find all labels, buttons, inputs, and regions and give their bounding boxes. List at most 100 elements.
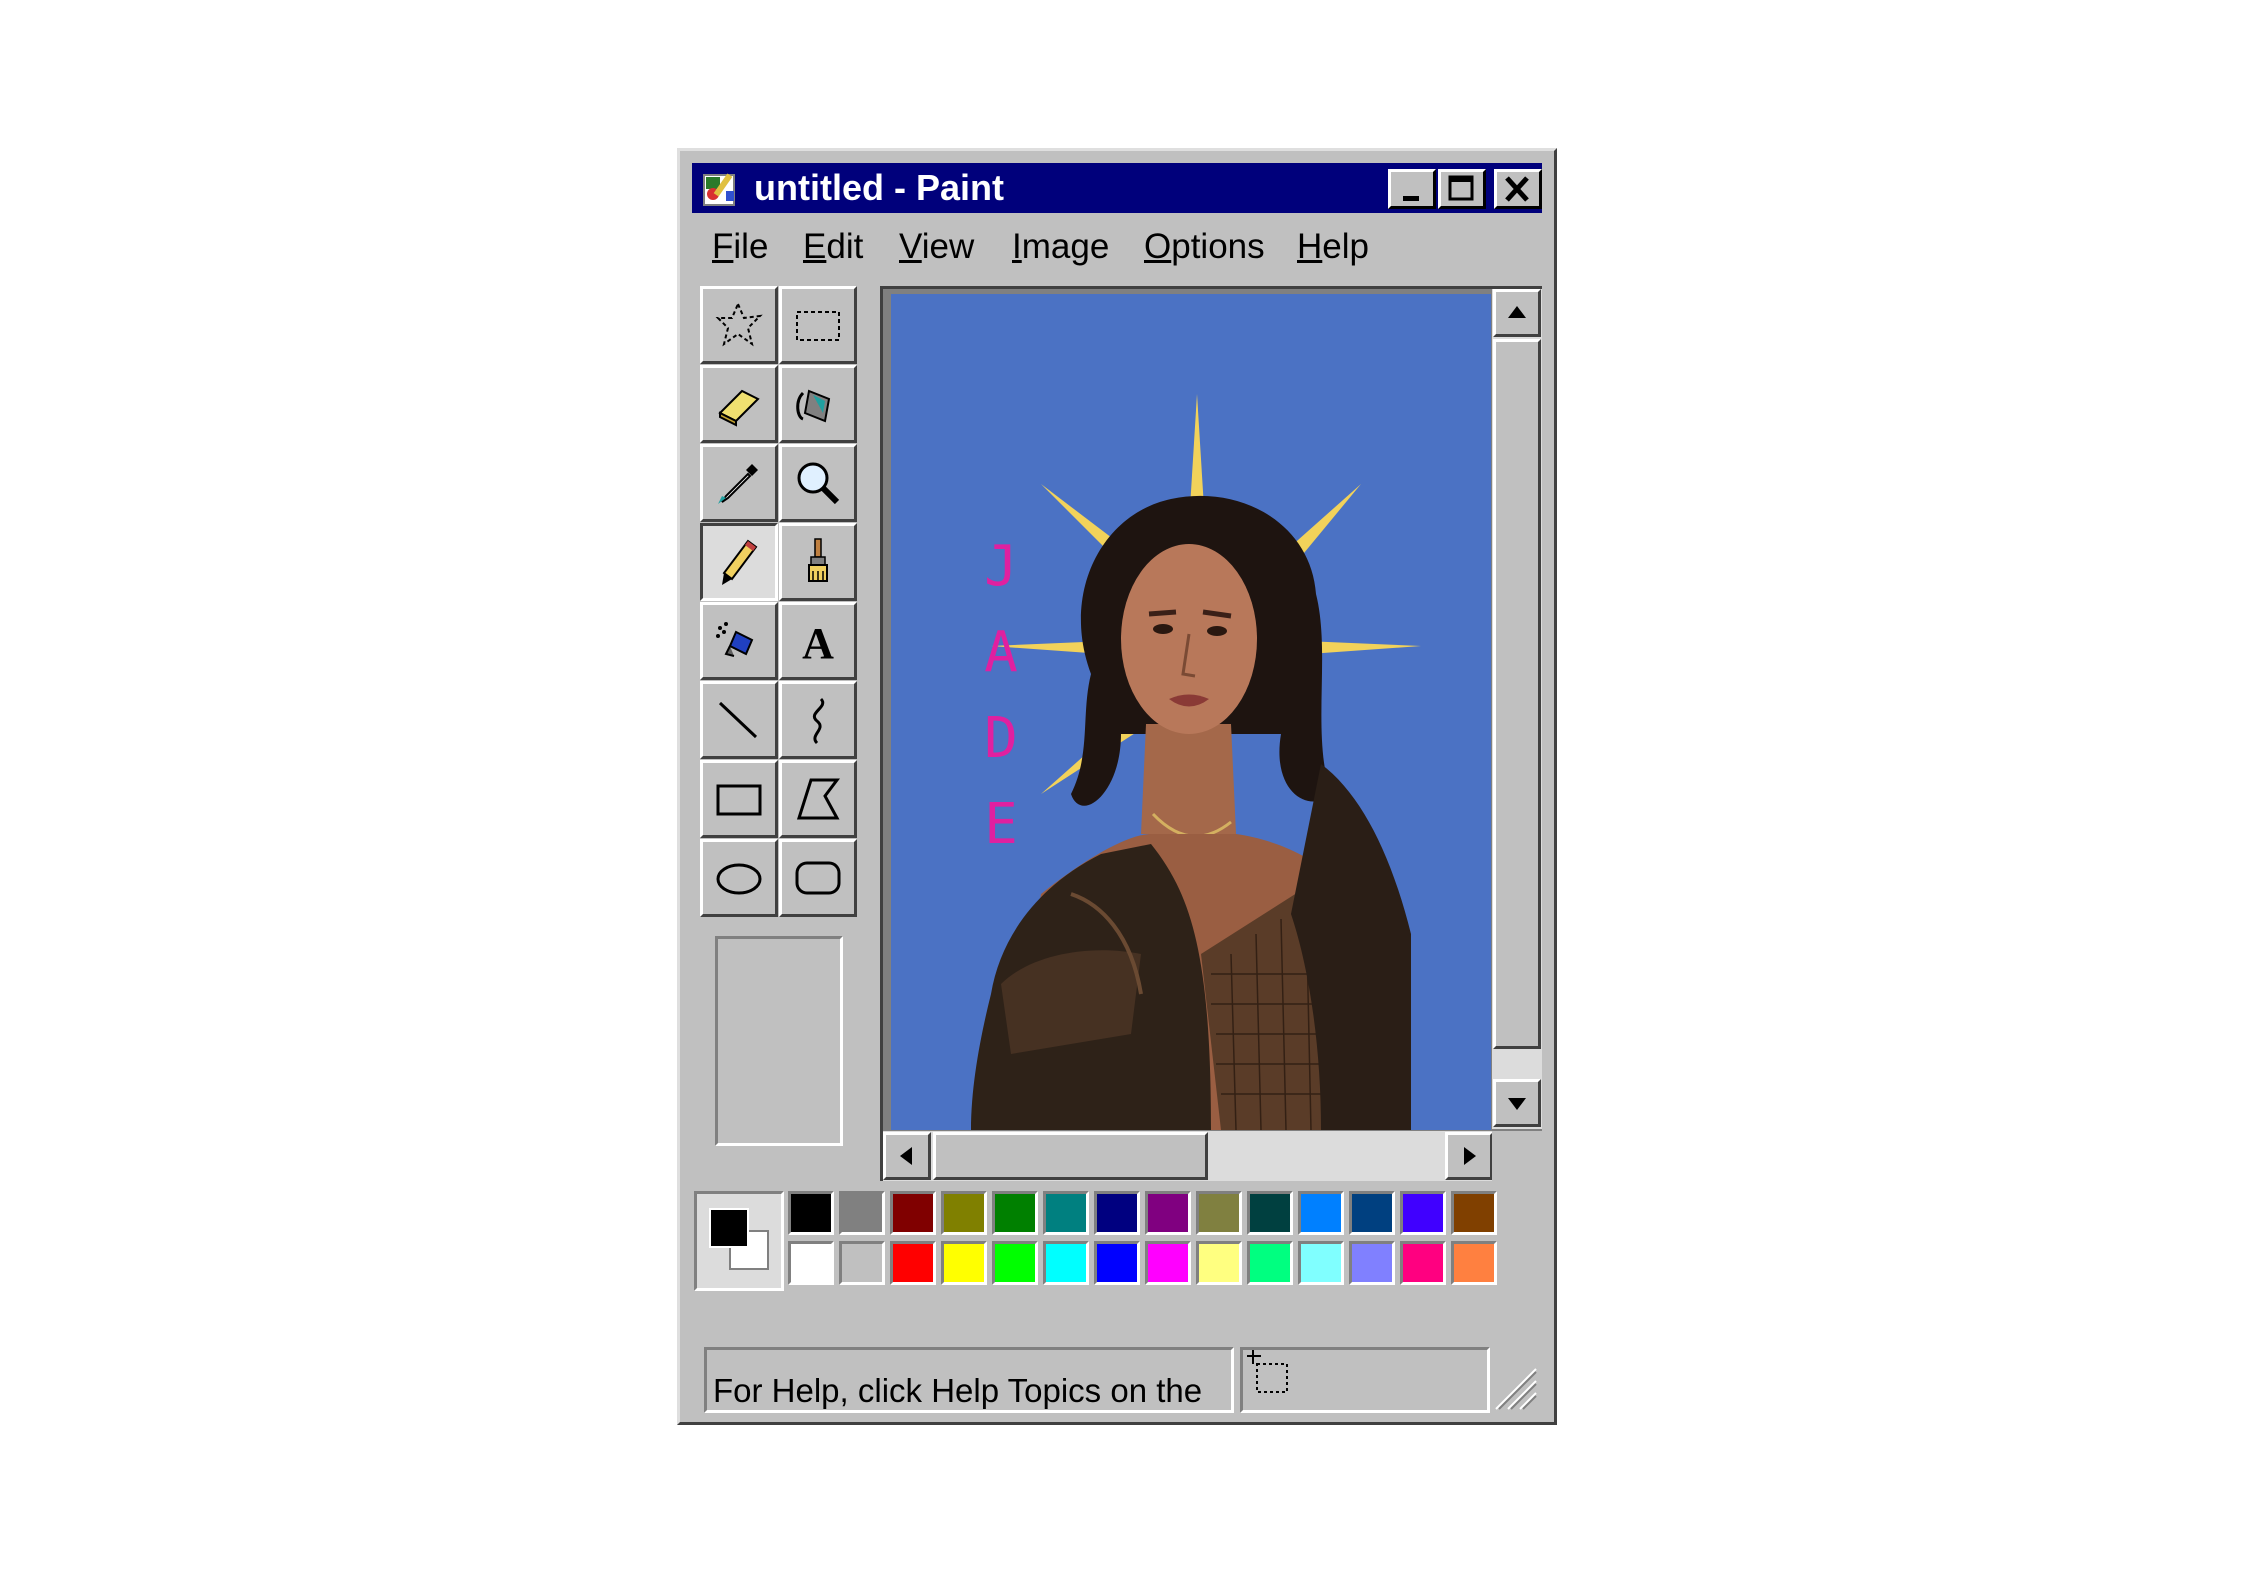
palette-swatch[interactable] (941, 1241, 987, 1285)
tool-brush[interactable] (779, 523, 857, 601)
scroll-right-button[interactable] (1445, 1132, 1493, 1180)
tool-airbrush[interactable] (700, 602, 778, 680)
palette-swatch[interactable] (1298, 1241, 1344, 1285)
jade-letter-a: A (984, 620, 1018, 685)
paint-bucket-icon (796, 389, 831, 423)
palette-swatch[interactable] (1247, 1241, 1293, 1285)
current-colors-indicator[interactable] (694, 1191, 784, 1291)
menu-options[interactable]: Options (1144, 227, 1265, 267)
magnifier-icon (797, 462, 840, 505)
horizontal-scrollbar[interactable] (883, 1131, 1495, 1181)
tool-fill-with-color[interactable] (779, 365, 857, 443)
text-icon: A (802, 619, 834, 668)
palette-swatch[interactable] (890, 1191, 936, 1235)
menu-edit[interactable]: Edit (803, 227, 863, 267)
tool-eraser[interactable] (700, 365, 778, 443)
vertical-scrollbar[interactable] (1492, 289, 1542, 1129)
tool-rectangle[interactable] (700, 760, 778, 838)
jade-letter-d: D (984, 706, 1018, 771)
palette-swatch[interactable] (1145, 1191, 1191, 1235)
close-button[interactable] (1494, 169, 1542, 209)
palette-swatch[interactable] (1094, 1241, 1140, 1285)
tool-select[interactable] (779, 286, 857, 364)
status-help-panel: For Help, click Help Topics on the (704, 1347, 1234, 1413)
palette-grid (788, 1191, 1508, 1291)
palette-swatch[interactable] (992, 1191, 1038, 1235)
palette-swatch[interactable] (1145, 1241, 1191, 1285)
color-box (692, 1191, 1542, 1299)
palette-swatch[interactable] (1451, 1191, 1497, 1235)
pencil-icon (722, 539, 758, 585)
menu-view[interactable]: View (899, 227, 974, 267)
status-help-text: For Help, click Help Topics on the (713, 1372, 1203, 1409)
drawing-canvas[interactable]: J A D E (891, 294, 1491, 1130)
menu-file[interactable]: File (712, 227, 768, 267)
palette-swatch[interactable] (1451, 1241, 1497, 1285)
palette-swatch[interactable] (788, 1241, 834, 1285)
arrow-right-icon (1464, 1147, 1476, 1165)
rounded-rectangle-icon (795, 861, 841, 895)
ellipse-icon (716, 863, 762, 895)
palette-swatch[interactable] (1094, 1191, 1140, 1235)
palette-swatch[interactable] (1196, 1241, 1242, 1285)
scroll-left-button[interactable] (883, 1132, 931, 1180)
tool-box: A (700, 286, 860, 941)
close-icon (1505, 176, 1529, 202)
tool-line[interactable] (700, 681, 778, 759)
paint-app-icon[interactable] (700, 169, 740, 209)
tool-ellipse[interactable] (700, 839, 778, 917)
menu-bar: File Edit View Image Options Help (692, 221, 1542, 273)
palette-swatch[interactable] (1043, 1191, 1089, 1235)
tool-curve[interactable] (779, 681, 857, 759)
vertical-scroll-thumb[interactable] (1493, 339, 1541, 1049)
arrow-up-icon (1508, 306, 1526, 318)
palette-swatch[interactable] (839, 1191, 885, 1235)
rectangle-select-icon (796, 311, 840, 341)
palette-swatch[interactable] (1400, 1191, 1446, 1235)
minimize-icon (1403, 196, 1419, 201)
resize-grip-icon[interactable] (1486, 1359, 1538, 1411)
foreground-color-swatch[interactable] (709, 1208, 749, 1248)
palette-swatch[interactable] (992, 1241, 1038, 1285)
scroll-up-button[interactable] (1493, 289, 1541, 337)
tool-options-box[interactable] (715, 936, 843, 1146)
maximize-button[interactable] (1438, 169, 1486, 209)
selection-size-icon (1247, 1350, 1288, 1393)
tool-magnifier[interactable] (779, 444, 857, 522)
palette-swatch[interactable] (788, 1191, 834, 1235)
canvas-area: J A D E (880, 286, 1542, 1181)
tool-text[interactable]: A (779, 602, 857, 680)
window-title: untitled - Paint (754, 167, 1004, 208)
tool-pencil[interactable] (700, 523, 778, 601)
palette-swatch[interactable] (1298, 1191, 1344, 1235)
tool-rounded-rectangle[interactable] (779, 839, 857, 917)
jade-letter-j: J (984, 534, 1018, 599)
palette-swatch[interactable] (839, 1241, 885, 1285)
palette-swatch[interactable] (1196, 1191, 1242, 1235)
scroll-down-button[interactable] (1493, 1079, 1541, 1127)
eyedropper-icon (718, 464, 758, 504)
arrow-down-icon (1508, 1098, 1526, 1110)
jade-letter-e: E (984, 792, 1018, 857)
palette-swatch[interactable] (1349, 1191, 1395, 1235)
scrollbar-corner (1492, 1131, 1542, 1181)
arrow-left-icon (900, 1147, 912, 1165)
palette-swatch[interactable] (1400, 1241, 1446, 1285)
palette-swatch[interactable] (1349, 1241, 1395, 1285)
jade-vertical-text: J A D E (971, 524, 1031, 868)
title-bar[interactable]: untitled - Paint (692, 163, 1542, 213)
tool-pick-color[interactable] (700, 444, 778, 522)
palette-swatch[interactable] (941, 1191, 987, 1235)
polygon-icon (796, 778, 840, 820)
palette-swatch[interactable] (1247, 1191, 1293, 1235)
palette-swatch[interactable] (1043, 1241, 1089, 1285)
status-coordinates-panel (1240, 1347, 1490, 1413)
horizontal-scroll-thumb[interactable] (933, 1132, 1208, 1180)
menu-help[interactable]: Help (1297, 227, 1369, 267)
menu-image[interactable]: Image (1012, 227, 1109, 267)
curve-icon (813, 697, 825, 745)
tool-polygon[interactable] (779, 760, 857, 838)
minimize-button[interactable] (1388, 169, 1436, 209)
palette-swatch[interactable] (890, 1241, 936, 1285)
tool-free-form-select[interactable] (700, 286, 778, 364)
